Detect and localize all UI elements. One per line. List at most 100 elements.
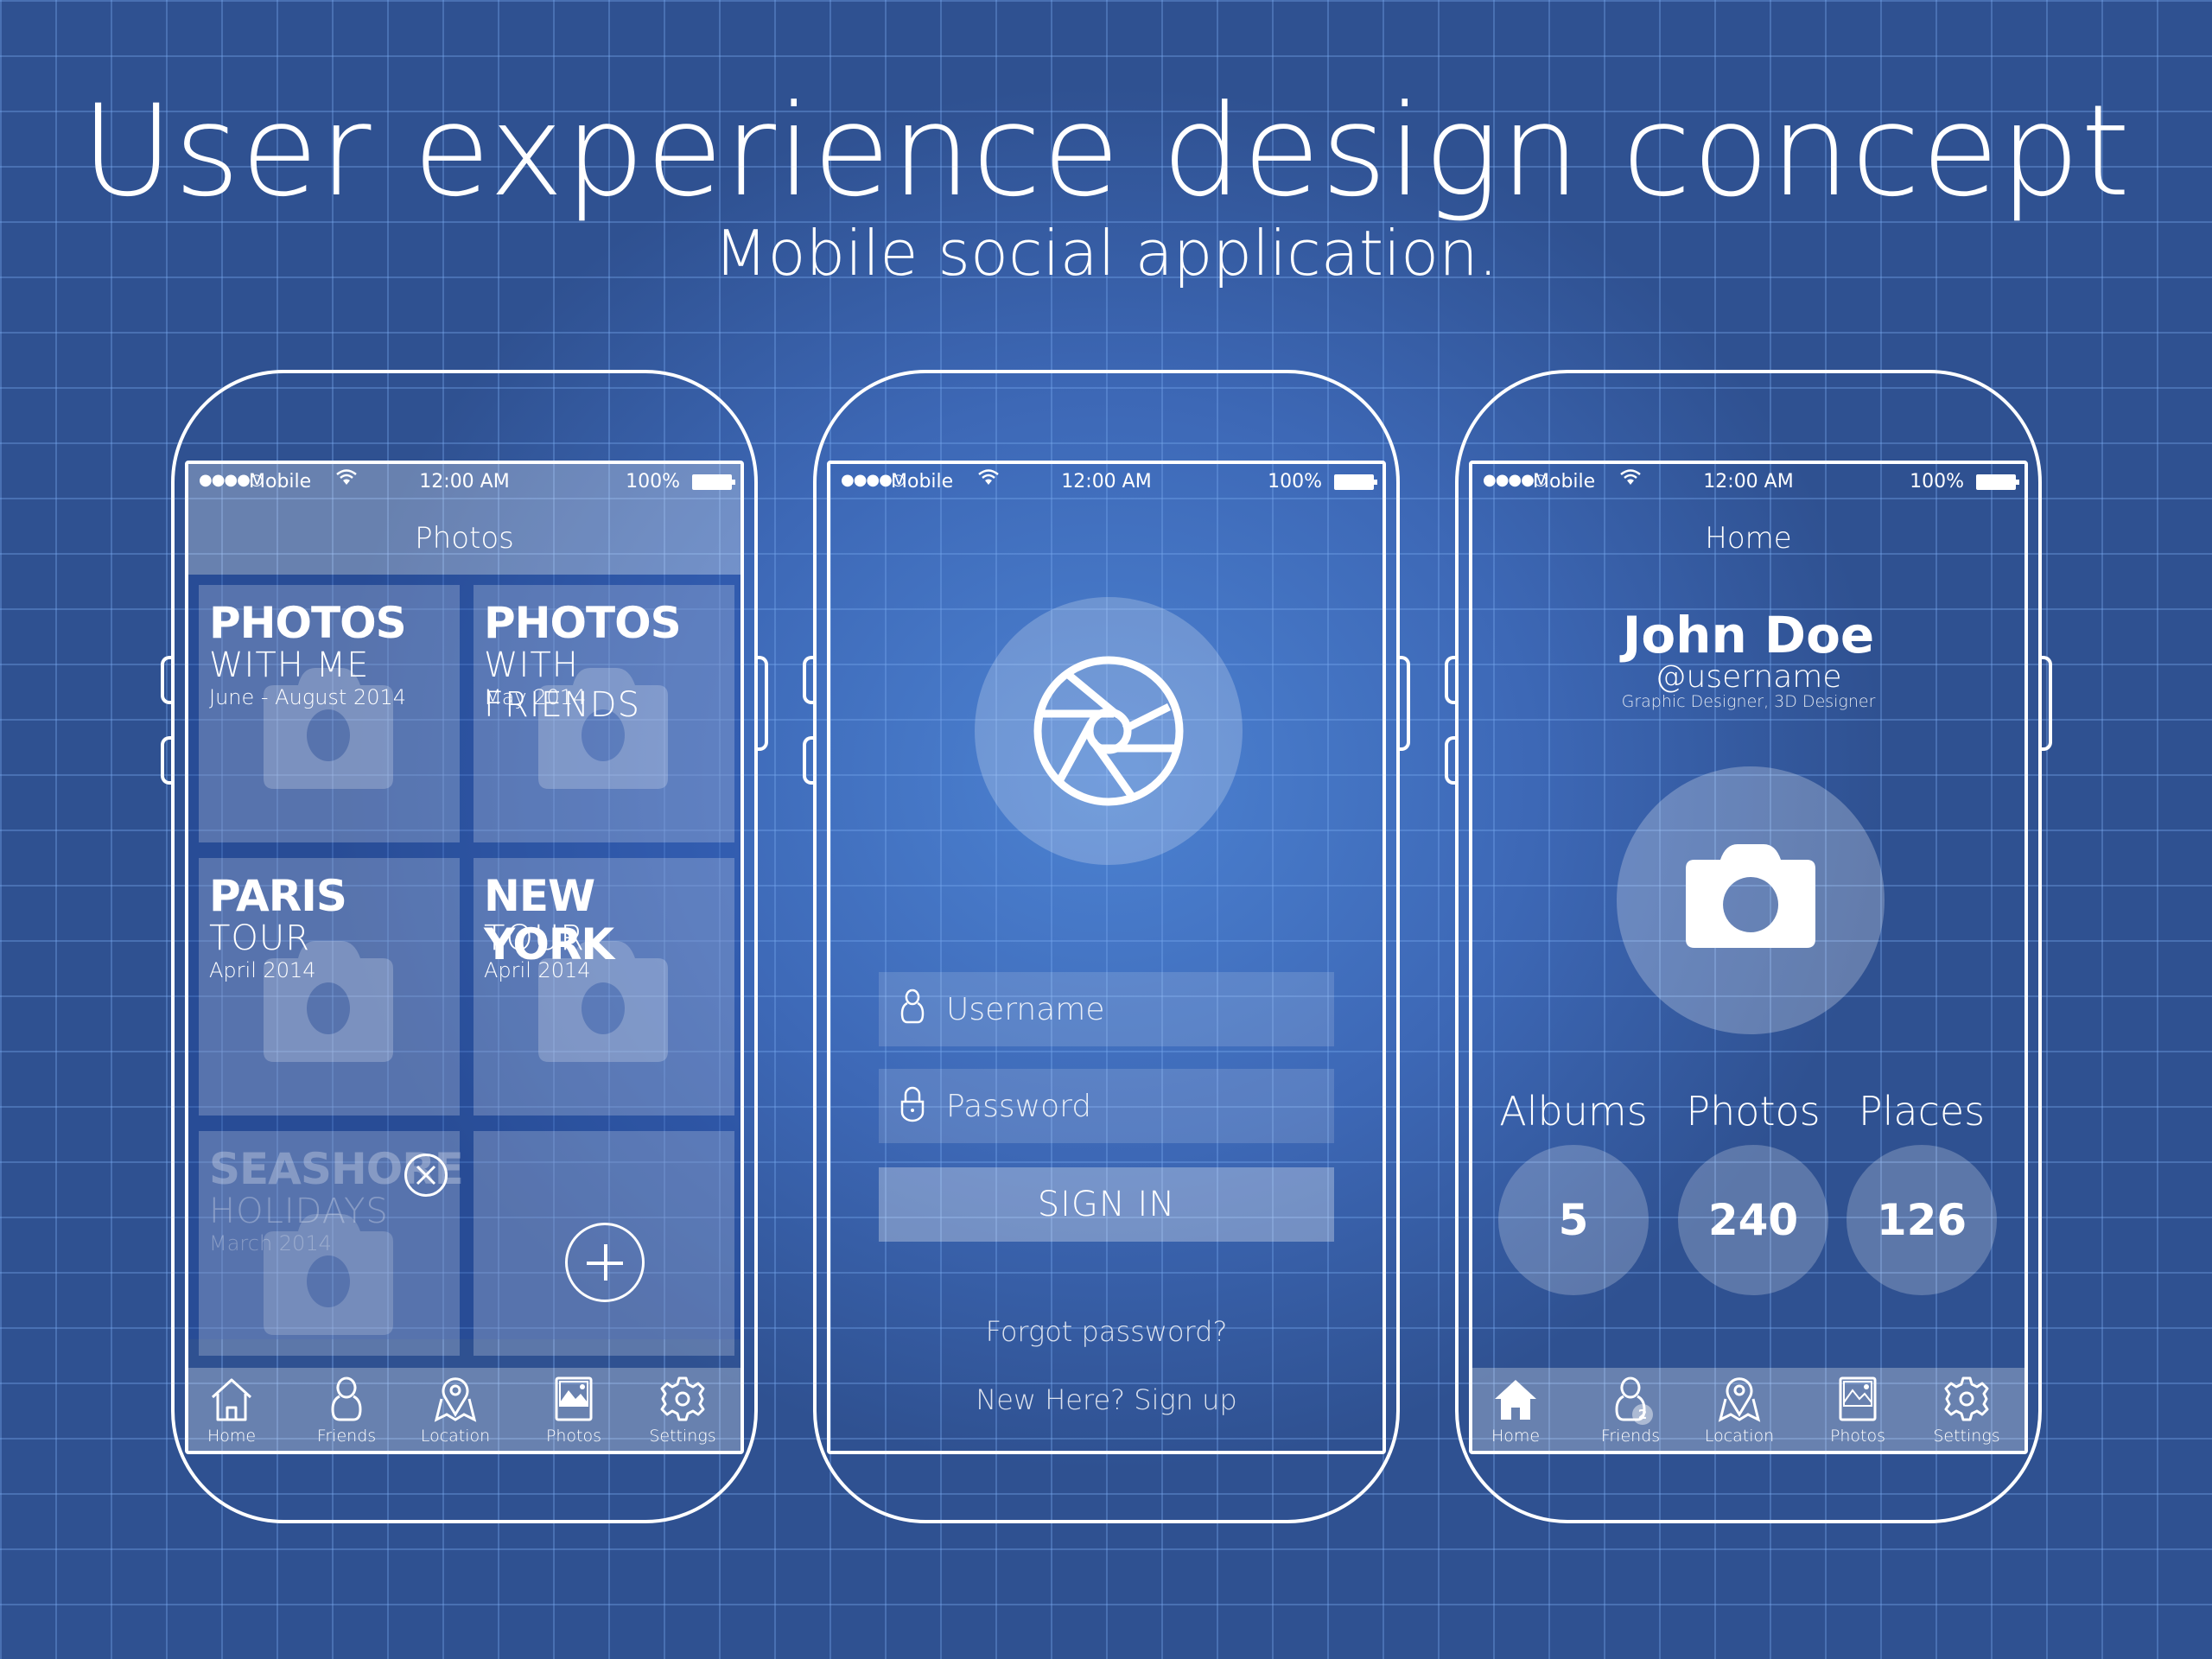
battery-icon (692, 474, 735, 490)
stat-label-places: Places (1858, 1088, 1986, 1135)
notification-badge: 2 (1632, 1404, 1653, 1425)
sign-in-button[interactable]: SIGN IN (879, 1167, 1334, 1242)
avatar[interactable] (1617, 766, 1885, 1034)
stat-photos[interactable]: 240 (1678, 1145, 1828, 1295)
profile-username: @username (1655, 659, 1842, 695)
tab-photos[interactable]: Photos (531, 1373, 617, 1446)
stat-label-photos: Photos (1686, 1088, 1821, 1135)
tab-label: Home (207, 1427, 257, 1446)
battery-icon (1334, 474, 1377, 490)
album-date: April 2014 (209, 958, 316, 982)
tab-label: Location (1704, 1427, 1775, 1446)
tab-label: Photos (1829, 1427, 1886, 1446)
album-subtitle: WITH ME (209, 645, 370, 685)
screen-title: Photos (415, 521, 514, 556)
album-title: PHOTOS (484, 598, 682, 648)
phone-home: ●●●●○ Mobile 12:00 AM 100% Home John Doe… (1445, 370, 2052, 1523)
add-album-tile[interactable] (474, 1131, 734, 1356)
username-input[interactable] (946, 972, 1292, 1046)
lock-icon (900, 1086, 925, 1122)
battery-percent: 100% (626, 471, 680, 493)
album-grid: PHOTOS WITH ME June - August 2014 PHOTOS… (188, 575, 741, 1356)
screen: ●●●●○ Mobile 12:00 AM 100% Photos PHOTOS… (185, 461, 744, 1454)
album-date: April 2014 (484, 958, 591, 982)
album-tile[interactable]: NEW YORK TOUR April 2014 (474, 858, 734, 1116)
page-subtitle: Mobile social application. (714, 217, 1498, 289)
forgot-password-link[interactable]: Forgot password? (830, 1315, 1382, 1348)
tab-bar: Home 2 Friends Location Photos Settings (1472, 1368, 2024, 1451)
album-subtitle: TOUR (209, 918, 310, 958)
profile-role: Graphic Designer, 3D Designer (1621, 692, 1876, 711)
power-button (1400, 656, 1410, 751)
tab-label: Friends (1600, 1427, 1661, 1446)
tab-label: Photos (545, 1427, 602, 1446)
user-icon (900, 988, 925, 1024)
tab-label: Settings (1933, 1427, 2000, 1446)
album-tile[interactable]: PHOTOS WITH ME June - August 2014 (199, 585, 460, 842)
tab-location[interactable]: Location (1696, 1373, 1783, 1446)
screen: ●●●●○ Mobile 12:00 AM 100% SIGN IN Fo (827, 461, 1386, 1454)
tab-location[interactable]: Location (412, 1373, 499, 1446)
album-date: May 2014 (484, 685, 587, 709)
app-logo (975, 597, 1243, 865)
battery-percent: 100% (1910, 471, 1964, 493)
image-icon (555, 1376, 593, 1421)
tab-label: Home (1491, 1427, 1541, 1446)
volume-down-button (1445, 736, 1455, 785)
password-input[interactable] (946, 1069, 1292, 1143)
stat-places[interactable]: 126 (1847, 1145, 1997, 1295)
page-title: User experience design concept (80, 78, 2132, 225)
tab-label: Friends (316, 1427, 377, 1446)
tab-photos[interactable]: Photos (1815, 1373, 1901, 1446)
album-date: March 2014 (209, 1231, 332, 1255)
volume-up-button (161, 656, 171, 704)
map-pin-icon (1718, 1377, 1761, 1422)
tab-home[interactable]: Home (188, 1373, 275, 1446)
home-icon (1495, 1380, 1536, 1420)
password-field[interactable] (879, 1069, 1334, 1143)
phone-photos: ●●●●○ Mobile 12:00 AM 100% Photos PHOTOS… (161, 370, 768, 1523)
gear-icon (660, 1376, 705, 1421)
album-title: PHOTOS (209, 598, 407, 648)
tab-label: Location (420, 1427, 491, 1446)
user-icon (331, 1376, 362, 1421)
status-bar: ●●●●○ Mobile 12:00 AM 100% (188, 464, 741, 502)
tab-home[interactable]: Home (1472, 1373, 1559, 1446)
album-tile[interactable]: PARIS TOUR April 2014 (199, 858, 460, 1116)
gear-icon (1944, 1376, 1989, 1421)
tab-label: Settings (649, 1427, 716, 1446)
volume-up-button (803, 656, 813, 704)
tab-settings[interactable]: Settings (639, 1373, 726, 1446)
username-field[interactable] (879, 972, 1334, 1046)
album-subtitle: TOUR (484, 918, 585, 958)
album-tile-deleting[interactable]: SEASHORE HOLIDAYS March 2014 (199, 1131, 464, 1356)
stat-label-albums: Albums (1499, 1088, 1648, 1135)
album-date: June - August 2014 (209, 685, 407, 709)
screen-title: Home (1705, 521, 1792, 556)
album-title: PARIS (209, 871, 347, 921)
status-bar: ●●●●○ Mobile 12:00 AM 100% (1472, 464, 2024, 502)
image-icon (1839, 1376, 1877, 1421)
battery-icon (1976, 474, 2019, 490)
screen: ●●●●○ Mobile 12:00 AM 100% Home John Doe… (1469, 461, 2028, 1454)
sign-up-link[interactable]: New Here? Sign up (830, 1383, 1382, 1416)
album-tile[interactable]: PHOTOS WITH FRIENDS May 2014 (474, 585, 734, 842)
profile-name: John Doe (1622, 606, 1875, 664)
tab-bar: Home Friends Location Photos Settings (188, 1368, 741, 1451)
power-button (758, 656, 768, 751)
stat-albums[interactable]: 5 (1498, 1145, 1649, 1295)
tab-friends[interactable]: Friends (303, 1373, 390, 1446)
tab-settings[interactable]: Settings (1923, 1373, 2010, 1446)
battery-percent: 100% (1268, 471, 1322, 493)
volume-up-button (1445, 656, 1455, 704)
power-button (2042, 656, 2052, 751)
album-subtitle: HOLIDAYS (209, 1192, 389, 1231)
tab-friends[interactable]: 2 Friends (1587, 1373, 1674, 1446)
volume-down-button (161, 736, 171, 785)
plus-circle-icon[interactable] (565, 1223, 645, 1302)
camera-icon (1686, 844, 1815, 948)
phone-login: ●●●●○ Mobile 12:00 AM 100% SIGN IN Fo (803, 370, 1410, 1523)
close-circle-icon[interactable] (404, 1154, 448, 1197)
volume-down-button (803, 736, 813, 785)
status-bar: ●●●●○ Mobile 12:00 AM 100% (830, 464, 1382, 502)
